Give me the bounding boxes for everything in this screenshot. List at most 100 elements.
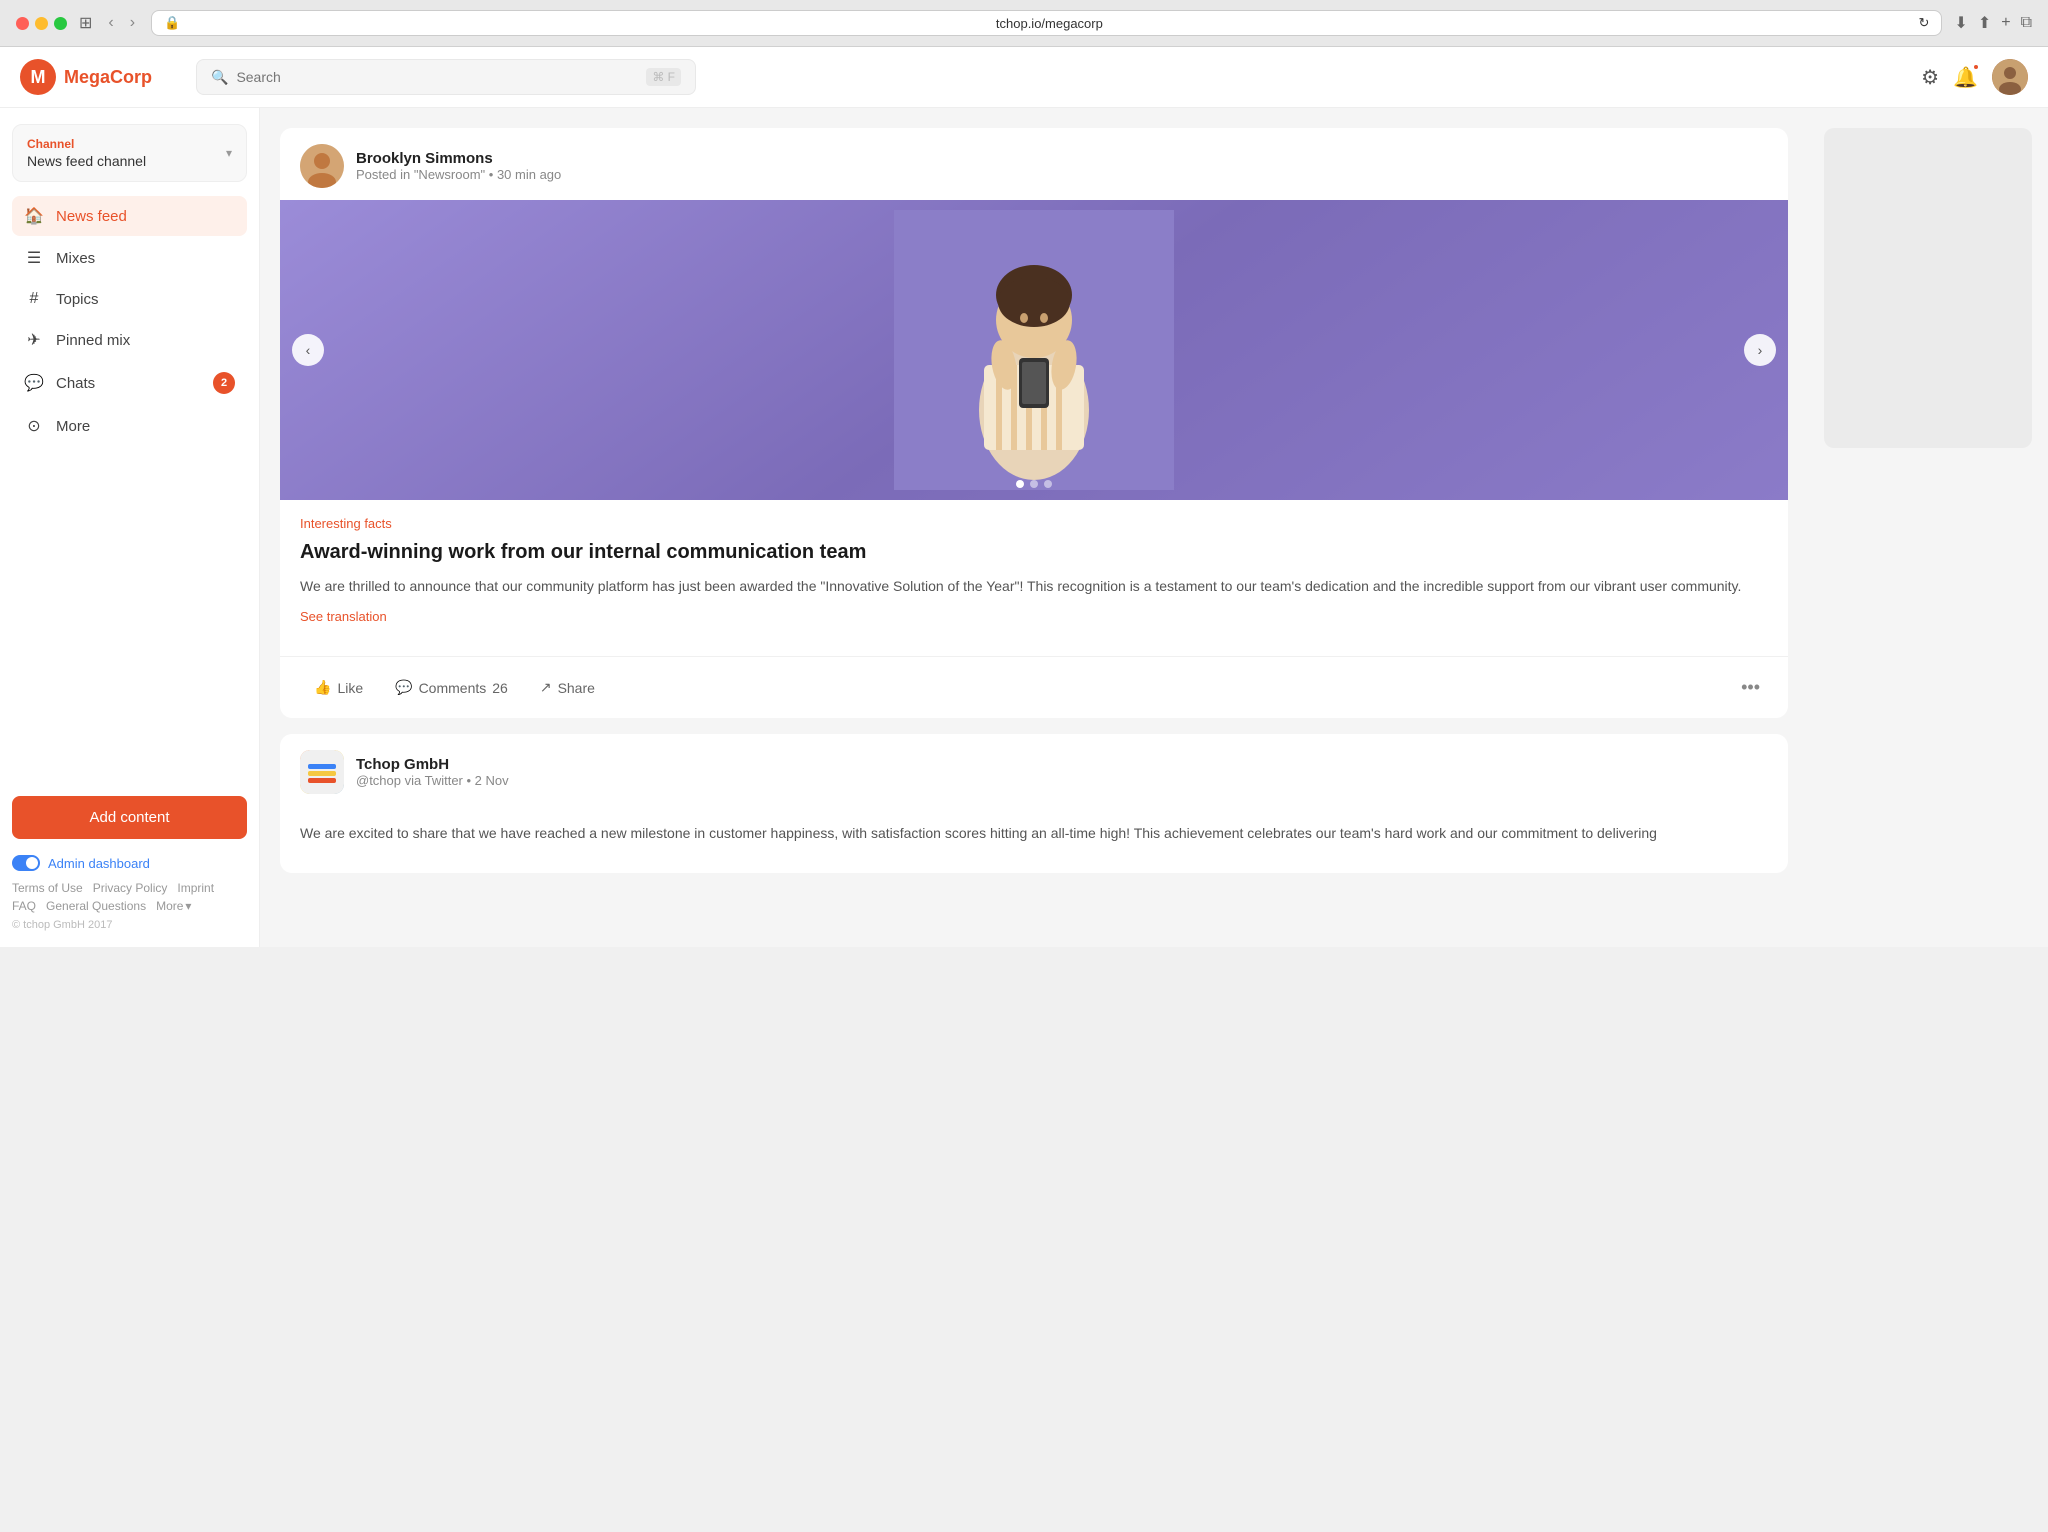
see-translation-link[interactable]: See translation	[300, 609, 1768, 624]
general-questions-link[interactable]: General Questions	[46, 899, 146, 913]
browser-actions: ⬇ ⬆ + ⧉	[1954, 13, 2032, 33]
back-button[interactable]: ‹	[104, 12, 117, 34]
mixes-icon: ☰	[24, 248, 44, 268]
reload-icon[interactable]: ↻	[1919, 15, 1930, 31]
right-panel-placeholder	[1824, 128, 2032, 448]
app-container: M MegaCorp 🔍 ⌘ F ⚙ 🔔	[0, 47, 2048, 947]
like-button[interactable]: 👍 Like	[300, 671, 377, 704]
tchop-post-meta: @tchop via Twitter • 2 Nov	[356, 773, 509, 788]
share-icon: ↗	[540, 679, 552, 696]
nav-items: 🏠 News feed ☰ Mixes # Topics ✈ Pinned mi…	[12, 196, 247, 782]
close-button[interactable]	[16, 17, 29, 30]
tabs-button[interactable]: ⧉	[2021, 14, 2032, 32]
new-tab-button[interactable]: +	[2001, 14, 2010, 32]
right-panel	[1808, 108, 2048, 947]
toggle-icon	[12, 855, 40, 871]
channel-selector[interactable]: Channel News feed channel ▾	[12, 124, 247, 182]
sidebar-item-label: Mixes	[56, 250, 95, 267]
post-image-bg	[280, 200, 1788, 500]
tchop-avatar	[300, 750, 344, 794]
sidebar-item-label: Chats	[56, 375, 95, 392]
more-actions-button[interactable]: •••	[1733, 669, 1768, 706]
share-label: Share	[558, 680, 595, 696]
sidebar-item-label: More	[56, 418, 90, 435]
chevron-down-small-icon: ▾	[185, 899, 191, 913]
privacy-link[interactable]: Privacy Policy	[93, 881, 168, 895]
download-button[interactable]: ⬇	[1954, 13, 1967, 33]
post-title: Award-winning work from our internal com…	[300, 539, 1768, 565]
main-content: Channel News feed channel ▾ 🏠 News feed …	[0, 108, 2048, 947]
share-button[interactable]: ⬆	[1978, 13, 1991, 33]
sidebar-item-chats[interactable]: 💬 Chats 2	[12, 362, 247, 404]
footer-links: Terms of Use Privacy Policy Imprint FAQ …	[12, 881, 247, 913]
browser-chrome: ⊞ ‹ › 🔒 tchop.io/megacorp ↻ ⬇ ⬆ + ⧉	[0, 0, 2048, 47]
notification-badge	[1972, 63, 1980, 71]
post-text: We are thrilled to announce that our com…	[300, 575, 1768, 597]
forward-button[interactable]: ›	[126, 12, 139, 34]
chats-badge: 2	[213, 372, 235, 394]
search-icon: 🔍	[211, 69, 228, 86]
carousel-dots	[1016, 480, 1052, 488]
search-input[interactable]	[236, 69, 638, 85]
carousel-next-button[interactable]: ›	[1744, 334, 1776, 366]
carousel-dot	[1030, 480, 1038, 488]
sidebar-toggle[interactable]: ⊞	[79, 13, 92, 33]
admin-dashboard-link[interactable]: Admin dashboard	[12, 855, 247, 871]
footer-more-link[interactable]: More ▾	[156, 899, 191, 913]
address-bar[interactable]: 🔒 tchop.io/megacorp ↻	[151, 10, 1942, 36]
carousel-dot	[1016, 480, 1024, 488]
thumbs-up-icon: 👍	[314, 679, 331, 696]
carousel-prev-button[interactable]: ‹	[292, 334, 324, 366]
logo[interactable]: M MegaCorp	[20, 59, 180, 95]
post-header: Brooklyn Simmons Posted in "Newsroom" • …	[280, 128, 1788, 200]
post-category: Interesting facts	[300, 516, 1768, 531]
post-card-2: Tchop GmbH @tchop via Twitter • 2 Nov We…	[280, 734, 1788, 872]
post-author-name: Brooklyn Simmons	[356, 150, 561, 167]
more-icon: ⊙	[24, 416, 44, 436]
browser-nav: ‹ ›	[104, 12, 139, 34]
traffic-lights	[16, 17, 67, 30]
sidebar-item-mixes[interactable]: ☰ Mixes	[12, 238, 247, 278]
comments-count: 26	[492, 680, 508, 696]
copyright: © tchop GmbH 2017	[12, 919, 247, 931]
maximize-button[interactable]	[54, 17, 67, 30]
notifications-button[interactable]: 🔔	[1953, 65, 1978, 90]
header-actions: ⚙ 🔔	[1921, 59, 2028, 95]
home-icon: 🏠	[24, 206, 44, 226]
sidebar-item-topics[interactable]: # Topics	[12, 280, 247, 318]
chat-icon: 💬	[24, 373, 44, 393]
tchop-author-name: Tchop GmbH	[356, 756, 509, 773]
add-content-button[interactable]: Add content	[12, 796, 247, 839]
imprint-link[interactable]: Imprint	[177, 881, 214, 895]
post-card: Brooklyn Simmons Posted in "Newsroom" • …	[280, 128, 1788, 718]
search-bar[interactable]: 🔍 ⌘ F	[196, 59, 696, 95]
post-meta: Posted in "Newsroom" • 30 min ago	[356, 167, 561, 182]
share-button[interactable]: ↗ Share	[526, 671, 609, 704]
sidebar-item-pinned-mix[interactable]: ✈ Pinned mix	[12, 320, 247, 360]
comment-icon: 💬	[395, 679, 412, 696]
url-display: tchop.io/megacorp	[186, 16, 1912, 31]
tchop-author-info: Tchop GmbH @tchop via Twitter • 2 Nov	[356, 756, 509, 788]
avatar-initials	[1992, 59, 2028, 95]
sidebar-item-label: Pinned mix	[56, 332, 130, 349]
sidebar-item-label: Topics	[56, 291, 99, 308]
logo-name: MegaCorp	[64, 67, 152, 88]
sidebar-item-news-feed[interactable]: 🏠 News feed	[12, 196, 247, 236]
pin-icon: ✈	[24, 330, 44, 350]
faq-link[interactable]: FAQ	[12, 899, 36, 913]
carousel-dot	[1044, 480, 1052, 488]
post-author-info: Brooklyn Simmons Posted in "Newsroom" • …	[356, 150, 561, 182]
minimize-button[interactable]	[35, 17, 48, 30]
comments-button[interactable]: 💬 Comments 26	[381, 671, 522, 704]
sidebar-item-more[interactable]: ⊙ More	[12, 406, 247, 446]
channel-label: Channel	[27, 137, 146, 151]
like-label: Like	[337, 680, 363, 696]
settings-button[interactable]: ⚙	[1921, 65, 1939, 90]
user-avatar[interactable]	[1992, 59, 2028, 95]
post-image: ‹ ›	[280, 200, 1788, 500]
post-header-2: Tchop GmbH @tchop via Twitter • 2 Nov	[280, 734, 1788, 806]
app-header: M MegaCorp 🔍 ⌘ F ⚙ 🔔	[0, 47, 2048, 108]
sidebar-item-label: News feed	[56, 208, 127, 225]
terms-link[interactable]: Terms of Use	[12, 881, 83, 895]
gear-icon: ⚙	[1921, 67, 1939, 89]
